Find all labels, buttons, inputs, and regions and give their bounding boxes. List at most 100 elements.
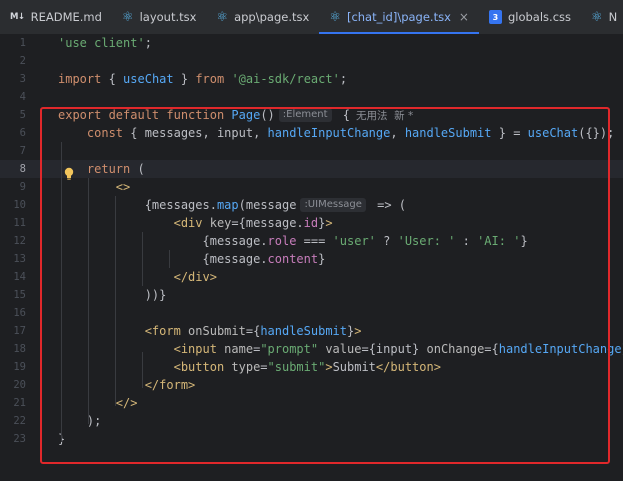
code-token: </form> <box>144 378 196 392</box>
tab-readme[interactable]: M↓ README.md <box>0 0 112 34</box>
code-token: value <box>318 342 362 356</box>
line-number[interactable]: 18 <box>0 343 28 355</box>
code-text: export default function Page():Element {… <box>58 106 413 124</box>
line-number[interactable]: 19 <box>0 361 28 373</box>
line-number[interactable]: 3 <box>0 73 28 85</box>
code-token: <button <box>173 360 225 374</box>
code-line[interactable]: 4 <box>0 88 623 106</box>
code-token: ))} <box>58 288 167 302</box>
line-number[interactable]: 15 <box>0 289 28 301</box>
code-token: const <box>86 126 124 140</box>
code-token: <form <box>144 324 181 338</box>
line-number[interactable]: 2 <box>0 55 28 67</box>
code-token: map <box>216 198 239 212</box>
indent-guide <box>169 250 170 268</box>
code-token: "prompt" <box>260 342 319 356</box>
code-token: ; <box>144 36 152 50</box>
editor-tab-bar: M↓ README.md ⚛ layout.tsx ⚛ app\page.tsx ⚛ [cha… <box>0 0 623 35</box>
close-icon[interactable]: × <box>459 10 469 24</box>
line-number[interactable]: 1 <box>0 37 28 49</box>
code-token: key <box>202 216 232 230</box>
tab-chat-page[interactable]: ⚛ [chat_id]\page.tsx × <box>319 0 479 34</box>
code-line[interactable]: 9 <> <box>0 178 623 196</box>
code-line[interactable]: 13 {message. content} <box>0 250 623 268</box>
code-token: {message. <box>58 252 268 266</box>
line-number[interactable]: 8 <box>0 163 28 175</box>
code-token: } <box>318 216 326 230</box>
code-token: ={ <box>245 324 261 338</box>
code-token: { <box>335 108 350 122</box>
code-token: from <box>195 72 225 86</box>
code-line[interactable]: 6 const { messages, input, handleInputCh… <box>0 124 623 142</box>
code-token: ; <box>339 72 348 86</box>
line-number[interactable]: 17 <box>0 325 28 337</box>
code-token: } <box>173 72 196 86</box>
line-number[interactable]: 16 <box>0 307 28 319</box>
tab-app-page[interactable]: ⚛ app\page.tsx <box>206 0 319 34</box>
code-token: handleSubmit <box>260 324 348 338</box>
lightbulb-icon[interactable] <box>63 167 75 181</box>
code-token: ( <box>130 162 145 176</box>
code-line[interactable]: 17 <form onSubmit ={handleSubmit} > <box>0 322 623 340</box>
line-number[interactable]: 22 <box>0 415 28 427</box>
markdown-icon: M↓ <box>10 12 25 22</box>
code-text: import { useChat } from '@ai-sdk/react'; <box>58 70 347 88</box>
code-token: import <box>58 72 102 86</box>
code-text: ))} <box>58 286 167 304</box>
code-line[interactable]: 8 return ( <box>0 160 623 178</box>
code-line[interactable]: 18 <input name = "prompt" value ={input} on… <box>0 340 623 358</box>
tab-globals[interactable]: 3 globals.css <box>479 0 581 34</box>
line-number[interactable]: 13 <box>0 253 28 265</box>
tab-next[interactable]: ⚛ N <box>581 0 623 34</box>
code-line[interactable]: 11 <div key ={message. id} > <box>0 214 623 232</box>
code-text: </form> <box>58 376 196 394</box>
line-number[interactable]: 9 <box>0 181 28 193</box>
code-line[interactable]: 20 </form> <box>0 376 623 394</box>
line-number[interactable]: 4 <box>0 91 28 103</box>
line-number[interactable]: 12 <box>0 235 28 247</box>
tab-label: layout.tsx <box>139 10 197 24</box>
code-line[interactable]: 1 'use client'; <box>0 34 623 52</box>
code-token: { <box>101 72 124 86</box>
code-line[interactable]: 16 <box>0 304 623 322</box>
code-line[interactable]: 12 {message. role === 'user' ? 'User: ' :… <box>0 232 623 250</box>
line-number[interactable]: 7 <box>0 145 28 157</box>
code-token: useChat <box>527 126 579 140</box>
line-number[interactable]: 10 <box>0 199 28 211</box>
code-line[interactable]: 15 ))} <box>0 286 623 304</box>
code-line[interactable]: 19 <button type = "submit" > Submit </button> <box>0 358 623 376</box>
code-line[interactable]: 3 import { useChat } from '@ai-sdk/react'… <box>0 70 623 88</box>
code-token: () <box>260 108 275 122</box>
code-text: {message. role === 'user' ? 'User: ' : 'A… <box>58 232 527 250</box>
code-line[interactable]: 7 <box>0 142 623 160</box>
code-line[interactable]: 23} <box>0 430 623 448</box>
line-number[interactable]: 21 <box>0 397 28 409</box>
line-number[interactable]: 11 <box>0 217 28 229</box>
code-token: === <box>296 234 333 248</box>
code-token: { messages, input, <box>123 126 268 140</box>
line-number[interactable]: 6 <box>0 127 28 139</box>
code-token: name <box>216 342 254 356</box>
code-line[interactable]: 10 {messages. map (message:UIMessage => ( <box>0 196 623 214</box>
code-token: <> <box>115 180 131 194</box>
code-token: = <box>260 360 268 374</box>
tab-layout[interactable]: ⚛ layout.tsx <box>112 0 207 34</box>
code-token: } <box>318 252 326 266</box>
code-line[interactable]: 21 </> <box>0 394 623 412</box>
code-text: const { messages, input, handleInputChan… <box>58 124 614 142</box>
code-token: 'use client' <box>58 36 145 50</box>
line-number[interactable]: 20 <box>0 379 28 391</box>
code-token: 'User: ' <box>397 234 456 248</box>
code-text: 'use client'; <box>58 34 152 52</box>
code-token: content <box>267 252 319 266</box>
line-number[interactable]: 23 <box>0 433 28 445</box>
code-editor[interactable]: 23}22 );21 </>20 </form>19 <button type=… <box>0 34 623 481</box>
code-line[interactable]: 2 <box>0 52 623 70</box>
code-line[interactable]: 22 ); <box>0 412 623 430</box>
line-number[interactable]: 14 <box>0 271 28 283</box>
line-number[interactable]: 5 <box>0 109 28 121</box>
code-line[interactable]: 14 </div> <box>0 268 623 286</box>
code-token: id <box>303 216 319 230</box>
code-line[interactable]: 5 export default function Page():Element … <box>0 106 623 124</box>
